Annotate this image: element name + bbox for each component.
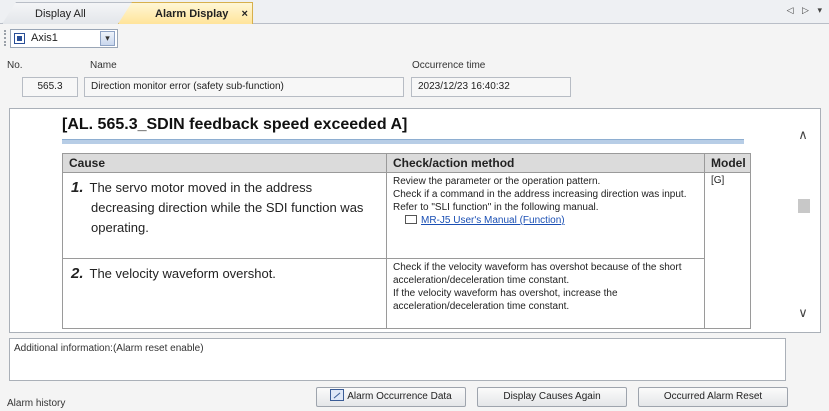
tab-bar: Display All Alarm Display × ◁ ▷ ▾ (0, 0, 829, 24)
axis-select-value: Axis1 (31, 32, 58, 44)
manual-link-row: MR-J5 User's Manual (Function) (393, 214, 698, 227)
scroll-down-icon[interactable]: ∨ (796, 305, 810, 320)
cause-text: The velocity waveform overshot. (89, 266, 276, 281)
check-line: Check if a command in the address increa… (393, 189, 687, 200)
scroll-thumb[interactable] (798, 199, 810, 213)
tab-display-all[interactable]: Display All (2, 2, 134, 24)
cause-cell: 2. The velocity waveform overshot. (62, 258, 387, 329)
manual-link-icon (405, 215, 417, 224)
display-causes-again-button[interactable]: Display Causes Again (477, 387, 627, 407)
tab-navigation-icons[interactable]: ◁ ▷ ▾ (787, 5, 825, 16)
alarm-occurrence-data-label: Alarm Occurrence Data (347, 391, 452, 402)
column-header-check: Check/action method (386, 153, 705, 173)
manual-link[interactable]: MR-J5 User's Manual (Function) (421, 215, 565, 226)
check-line: If the velocity waveform has overshot, i… (393, 288, 618, 312)
tab-display-all-label: Display All (35, 8, 86, 20)
cause-text: The servo motor moved in the address dec… (89, 180, 364, 235)
occurrence-time-label: Occurrence time (412, 60, 486, 71)
alarm-occurrence-data-button[interactable]: Alarm Occurrence Data (316, 387, 466, 407)
alarm-history-label: Alarm history (7, 398, 66, 409)
occurred-alarm-reset-button[interactable]: Occurred Alarm Reset (638, 387, 788, 407)
axis-icon (14, 33, 25, 44)
scroll-up-icon[interactable]: ∧ (796, 127, 810, 142)
axis-select[interactable]: Axis1 ▾ (10, 29, 118, 48)
cause-table: Cause Check/action method Model 1. The se… (62, 153, 751, 329)
check-line: Refer to "SLI function" in the following… (393, 202, 599, 213)
table-row: 2. The velocity waveform overshot. Check … (62, 258, 751, 329)
tab-alarm-display-label: Alarm Display (155, 8, 229, 20)
check-cell: Check if the velocity waveform has overs… (386, 258, 705, 329)
no-label: No. (7, 60, 23, 71)
check-line: Review the parameter or the operation pa… (393, 176, 601, 187)
alarm-detail-panel[interactable]: [AL. 565.3_SDIN feedback speed exceeded … (9, 108, 821, 333)
additional-info-box: Additional information:(Alarm reset enab… (9, 338, 786, 381)
toolbar-grip[interactable] (4, 30, 7, 46)
check-cell: Review the parameter or the operation pa… (386, 172, 705, 259)
tab-alarm-display[interactable]: Alarm Display × (118, 2, 253, 24)
title-underline (62, 139, 744, 144)
cause-table-header: Cause Check/action method Model (62, 153, 751, 173)
vertical-scrollbar[interactable]: ∧ ∨ (786, 109, 820, 332)
close-tab-icon[interactable]: × (241, 8, 247, 20)
alarm-name-field: Direction monitor error (safety sub-func… (84, 77, 404, 97)
cause-number: 1. (71, 179, 84, 196)
occurrence-time-field: 2023/12/23 16:40:32 (411, 77, 571, 97)
cause-cell: 1. The servo motor moved in the address d… (62, 172, 387, 259)
column-header-cause: Cause (62, 153, 387, 173)
display-causes-again-label: Display Causes Again (503, 391, 601, 402)
check-line: Check if the velocity waveform has overs… (393, 262, 682, 286)
column-header-model: Model (704, 153, 751, 173)
occurred-alarm-reset-label: Occurred Alarm Reset (663, 391, 763, 402)
alarm-display-window: Display All Alarm Display × ◁ ▷ ▾ Axis1 … (0, 0, 829, 411)
axis-toolbar: Axis1 ▾ (0, 25, 829, 51)
alarm-occurrence-icon (330, 389, 345, 401)
model-cell: [G] (704, 172, 751, 329)
table-row: 1. The servo motor moved in the address d… (62, 172, 751, 329)
name-label: Name (90, 60, 117, 71)
alarm-detail-title: [AL. 565.3_SDIN feedback speed exceeded … (62, 116, 408, 133)
cause-number: 2. (71, 265, 84, 282)
dropdown-arrow-icon[interactable]: ▾ (100, 31, 115, 46)
alarm-number-field: 565.3 (22, 77, 78, 97)
